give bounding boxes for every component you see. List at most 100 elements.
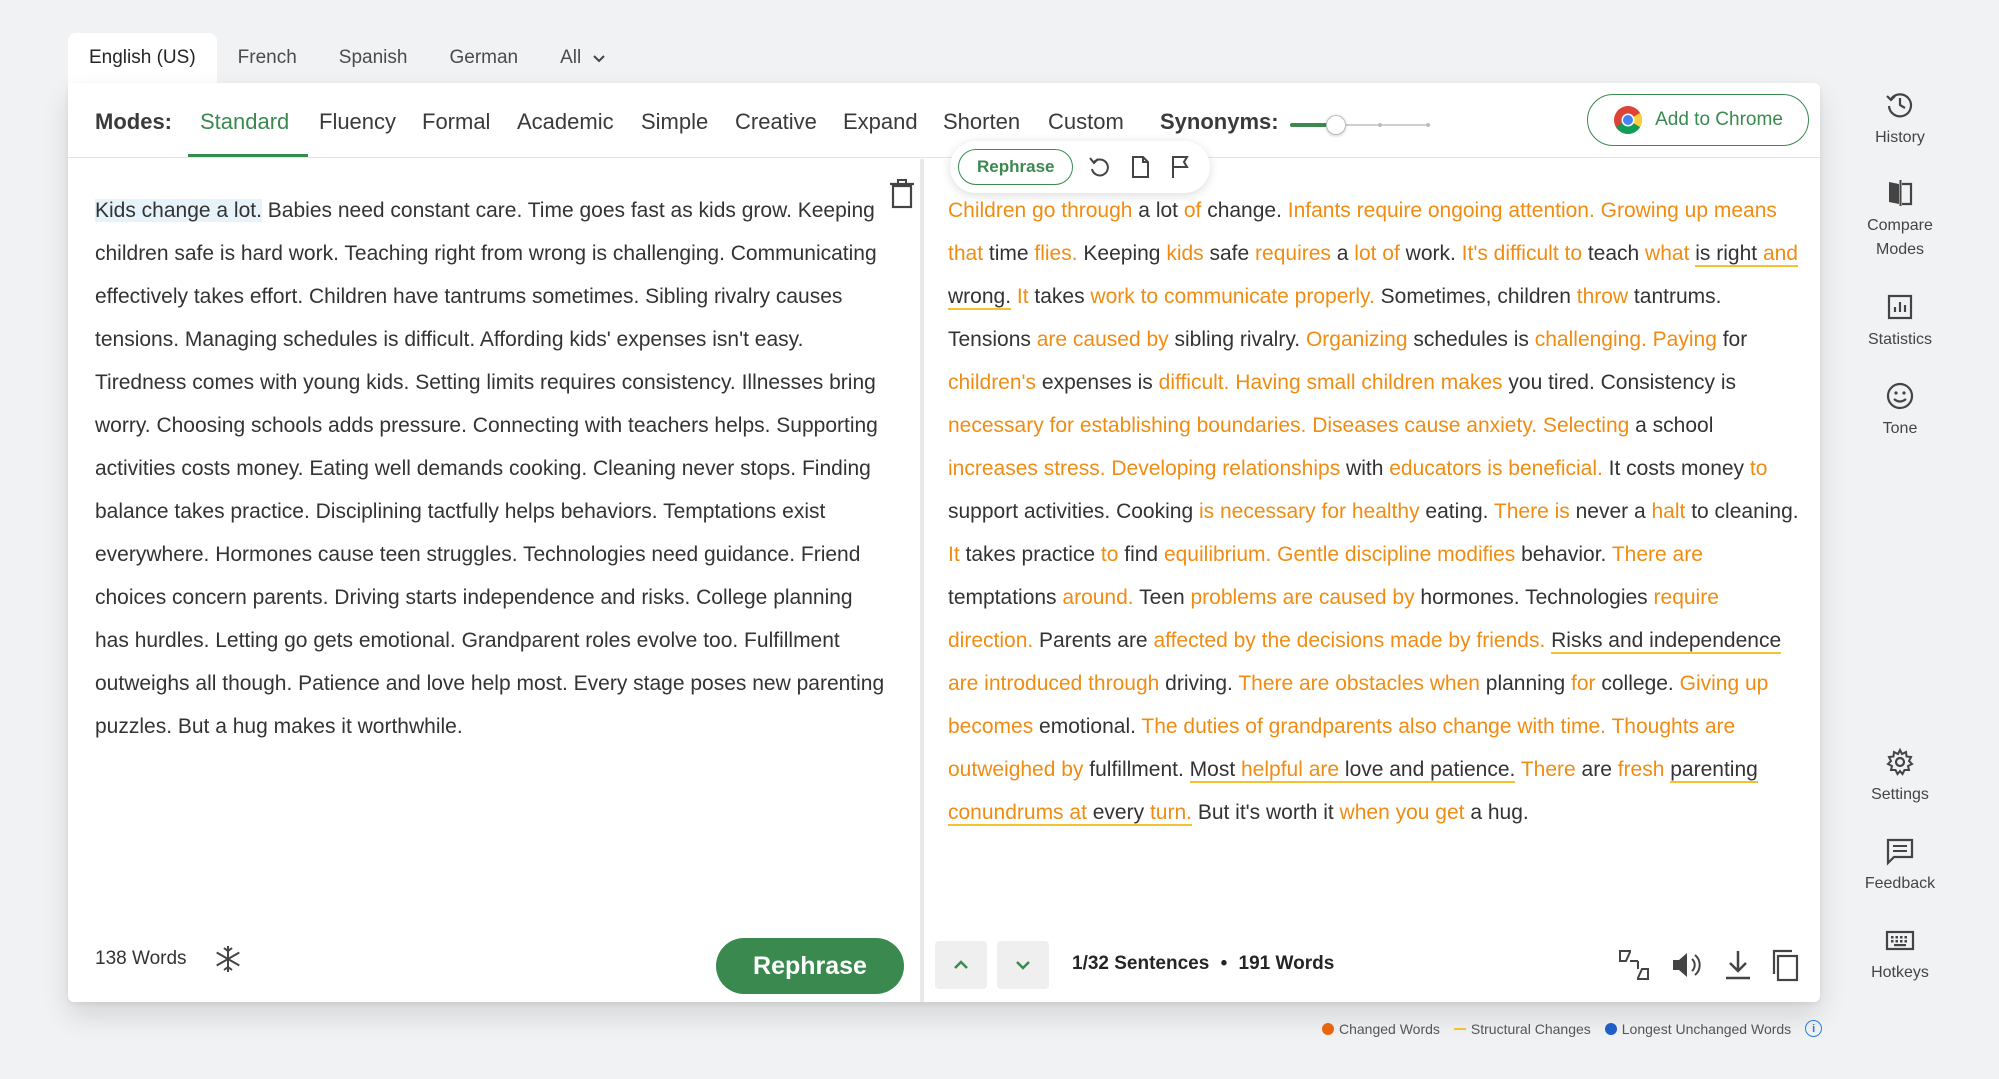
tab-french[interactable]: French	[217, 33, 318, 83]
trash-icon[interactable]	[889, 179, 915, 209]
info-icon[interactable]: i	[1805, 1020, 1823, 1037]
freeze-words-icon[interactable]	[213, 944, 243, 974]
structural-change: Most	[1189, 758, 1241, 783]
mode-simple[interactable]: Simple	[641, 109, 708, 135]
speaker-icon[interactable]	[1668, 947, 1704, 983]
copy-icon[interactable]	[1768, 947, 1804, 983]
unchanged-words: to cleaning.	[1685, 500, 1799, 523]
synonyms-slider[interactable]	[1290, 115, 1430, 135]
mode-academic[interactable]: Academic	[517, 109, 614, 135]
unchanged-words: eating.	[1419, 500, 1494, 523]
active-mode-underline	[188, 154, 308, 157]
mode-creative[interactable]: Creative	[735, 109, 817, 135]
mode-shorten[interactable]: Shorten	[943, 109, 1020, 135]
changed-words: problems are caused by	[1190, 586, 1415, 609]
structural-change: every	[1086, 801, 1150, 826]
add-to-chrome-button[interactable]: Add to Chrome	[1587, 94, 1809, 146]
sidebar-item-statistics[interactable]: Statistics	[1855, 292, 1945, 352]
sidebar-label-hotkeys: Hotkeys	[1871, 964, 1929, 981]
tab-all-languages[interactable]: All	[539, 33, 628, 83]
download-icon[interactable]	[1720, 947, 1756, 983]
tab-spanish[interactable]: Spanish	[318, 33, 429, 83]
previous-sentence-button[interactable]	[935, 941, 987, 989]
unchanged-dot	[1604, 1022, 1617, 1035]
flag-icon[interactable]	[1167, 154, 1193, 180]
legend-changed-label: Changed Words	[1339, 1020, 1440, 1037]
changed-structural-words: conundrums at	[948, 801, 1087, 826]
synonyms-label: Synonyms:	[1160, 109, 1279, 134]
unchanged-words: a	[1330, 242, 1355, 265]
unchanged-words: support activities. Cooking	[948, 500, 1199, 523]
changed-structural-words: helpful are	[1240, 758, 1340, 783]
unchanged-words: behavior.	[1515, 543, 1612, 566]
thumbs-feedback-icon[interactable]	[1616, 947, 1652, 983]
mode-standard[interactable]: Standard	[200, 109, 289, 135]
modes-bar: Modes: Standard Fluency Formal Academic …	[68, 83, 1820, 158]
sidebar-item-hotkeys[interactable]: Hotkeys	[1855, 925, 1945, 985]
unchanged-words: safe	[1203, 242, 1256, 265]
legend-unchanged-label: Longest Unchanged Words	[1621, 1020, 1792, 1037]
mode-fluency[interactable]: Fluency	[319, 109, 396, 135]
unchanged-words: for	[1716, 328, 1748, 351]
changed-words: lot of	[1354, 242, 1400, 265]
sidebar-item-history[interactable]: History	[1855, 90, 1945, 150]
changed-words: is necessary for healthy	[1198, 500, 1420, 523]
changed-words: throw	[1576, 285, 1629, 308]
chrome-icon	[1614, 106, 1643, 134]
sentence-stats: 1/32 Sentences • 191 Words	[1072, 953, 1334, 975]
color-legend: Changed Words Structural Changes Longest…	[1322, 1020, 1823, 1037]
changed-words: to	[1749, 457, 1768, 480]
changed-dot	[1322, 1022, 1334, 1035]
mode-custom[interactable]: Custom	[1048, 109, 1124, 135]
sidebar-label-history: History	[1875, 129, 1925, 146]
unchanged-words: fulfillment.	[1083, 758, 1190, 781]
rephrase-button[interactable]: Rephrase	[716, 938, 904, 994]
separator-dot: •	[1220, 953, 1228, 974]
unchanged-words: emotional.	[1033, 715, 1142, 738]
input-word-count: 138 Words	[95, 948, 187, 969]
chevron-down-icon	[1016, 961, 1030, 970]
structural-change: Risks and independence	[1551, 629, 1782, 654]
statistics-icon	[1887, 294, 1913, 320]
unchanged-words: find	[1118, 543, 1164, 566]
changed-words: There	[1520, 758, 1576, 781]
sentence-count: 1/32 Sentences	[1072, 953, 1210, 974]
unchanged-words: with	[1340, 457, 1390, 480]
input-footer: 138 Words	[95, 944, 243, 974]
unchanged-words: a lot	[1132, 199, 1184, 222]
structural-change: parenting	[1670, 758, 1758, 783]
undo-icon[interactable]	[1087, 154, 1113, 180]
history-icon	[1886, 93, 1913, 118]
mode-expand[interactable]: Expand	[843, 109, 918, 135]
changed-words: It	[948, 543, 960, 566]
document-icon[interactable]	[1127, 154, 1153, 180]
input-text-area[interactable]: Kids change a lot. Babies need constant …	[95, 189, 885, 748]
slider-tick	[1378, 123, 1382, 127]
sidebar-item-settings[interactable]: Settings	[1855, 747, 1945, 807]
unchanged-words: a hug.	[1464, 801, 1529, 824]
tab-english-us[interactable]: English (US)	[68, 33, 217, 83]
changed-words: There are	[1611, 543, 1703, 566]
unchanged-words: driving.	[1159, 672, 1239, 695]
sidebar-item-compare-modes[interactable]: Compare Modes	[1855, 178, 1945, 262]
gear-icon	[1886, 747, 1914, 776]
changed-words: are introduced through	[948, 672, 1160, 695]
sidebar-item-feedback[interactable]: Feedback	[1855, 836, 1945, 896]
sentence-rephrase-button[interactable]: Rephrase	[958, 149, 1074, 185]
mode-formal[interactable]: Formal	[422, 109, 490, 135]
sidebar-item-tone[interactable]: Tone	[1855, 381, 1945, 441]
legend-unchanged: Longest Unchanged Words	[1604, 1020, 1792, 1037]
input-body-text: Babies need constant care. Time goes fas…	[95, 199, 885, 738]
unchanged-words: Keeping	[1077, 242, 1167, 265]
sidebar-label-tone: Tone	[1882, 420, 1918, 437]
changed-words: It	[1016, 285, 1029, 308]
unchanged-words: takes	[1028, 285, 1091, 308]
tab-german[interactable]: German	[428, 33, 539, 83]
keyboard-icon	[1885, 930, 1915, 951]
output-text-area[interactable]: Children go through a lot of change. Inf…	[948, 189, 1803, 834]
slider-thumb[interactable]	[1326, 115, 1346, 135]
next-sentence-button[interactable]	[997, 941, 1049, 989]
unchanged-words: are	[1575, 758, 1618, 781]
unchanged-words: Teen	[1133, 586, 1191, 609]
changed-words: It's difficult to	[1461, 242, 1582, 265]
